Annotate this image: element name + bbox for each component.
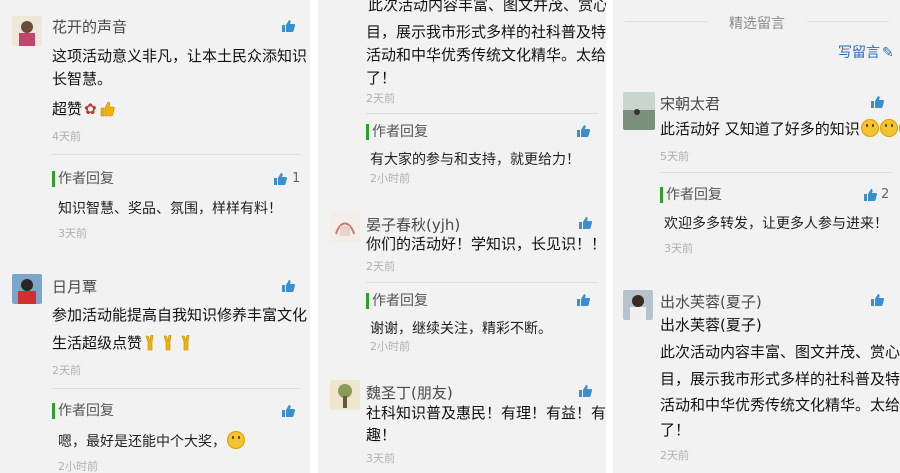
comment-time: 5天前 [660,150,689,163]
avatar-photo-icon [623,92,655,130]
comment-text-line: 活动和中华优秀传统文化精华。太给力 [366,46,606,64]
author-reply-text: 欢迎多多转发，让更多人参与进来！ [664,216,888,232]
comment-time: 2天前 [366,92,395,105]
comment-time: 2天前 [660,449,689,462]
avatar[interactable] [330,212,360,242]
victory-hand-icon [181,335,190,351]
write-comment-label: 写留言 [838,45,880,61]
comment-text-line: 活动和中华优秀传统文化精华。太给力 [660,396,900,414]
author-reply-label: 作者回复 [52,171,114,187]
comment-text-line: 目，展示我市形式多样的社科普及特色 [366,23,606,41]
comment-text-line: 社科知识普及惠民！有理！有益！有 [366,404,606,422]
avatar-photo-icon [12,16,42,46]
comments-panel-left: 花开的声音 这项活动意义非凡，让本土民众添知识 长智慧。 超赞 ✿ 4天前 作者回… [0,0,310,473]
victory-hand-icon [145,335,154,351]
comment-text-line: 趣！ [366,426,397,444]
comments-panel-middle: 此次活动内容丰富、图文并茂、赏心悦 目，展示我市形式多样的社科普及特色 活动和中… [318,0,606,473]
smiley-icon [860,119,879,137]
reply-time: 2小时前 [370,340,410,353]
comment-text-line: 长智慧。 [52,70,113,88]
author-reply-text: 有大家的参与和支持，就更给力！ [370,152,580,168]
divider [625,21,707,22]
avatar-photo-icon [12,274,42,304]
comment-author[interactable]: 花开的声音 [52,16,127,37]
victory-hand-icon [163,335,172,351]
comment-author[interactable]: 出水芙蓉(夏子) [660,291,762,312]
author-reply-label: 作者回复 [52,403,114,419]
comment-text-line: 了！ [366,69,397,87]
divider [52,388,300,389]
comment-text-line: 生活超级点赞 [52,332,196,355]
author-reply-text: 嗯，最好是还能中个大奖， [58,431,245,451]
comment-text-span: 此活动好 又知道了好多的知识 [660,120,860,138]
comment-text-line: 这项活动意义非凡，让本土民众添知识 [52,47,308,65]
comment-text-span: 超赞 [52,100,83,118]
thumbs-up-icon[interactable] [281,279,295,293]
author-reply-label: 作者回复 [366,293,428,309]
thumbs-up-icon[interactable] [870,293,884,307]
like-count: 2 [881,187,890,202]
comment-text-line: 了！ [660,421,691,439]
divider [660,172,892,173]
reply-time: 2小时前 [58,460,98,473]
avatar-photo-icon [623,290,653,320]
author-reply-label: 作者回复 [660,187,722,203]
comment-text-line: 参加活动能提高自我知识修养丰富文化 [52,306,308,324]
reply-time: 3天前 [664,242,693,255]
avatar[interactable] [12,274,42,304]
thumbs-up-emoji-icon [100,101,115,117]
comment-time: 4天前 [52,130,81,143]
avatar[interactable] [623,92,655,130]
avatar[interactable] [12,16,42,46]
author-reply-label: 作者回复 [366,124,428,140]
comment-author[interactable]: 晏子春秋(yjh) [366,214,460,235]
comment-author[interactable]: 魏圣丁(朋友) [366,382,453,403]
comments-panel-right: 精选留言 写留言 ✎ 宋朝太君 此活动好 又知道了好多的知识 5天前 作者回复 2… [613,0,900,473]
thumbs-up-icon[interactable] [578,216,592,230]
comment-text-line: 超赞 ✿ [52,98,115,121]
smiley-icon [227,431,245,449]
comment-text-line: 出水芙蓉(夏子) [660,316,762,334]
comment-time: 3天前 [366,452,395,465]
author-reply-span: 嗯，最好是还能中个大奖， [58,434,226,450]
thumbs-up-icon[interactable] [863,188,877,202]
pencil-icon: ✎ [882,45,894,61]
comment-text-line: 此次活动内容丰富、图文并茂、赏心悦 [368,0,606,14]
divider [807,21,889,22]
comment-text-line: 目，展示我市形式多样的社科普及特色 [660,370,900,388]
comment-author[interactable]: 宋朝太君 [660,93,720,114]
thumbs-up-icon[interactable] [273,172,287,186]
avatar-photo-icon [330,380,360,410]
thumbs-up-icon[interactable] [281,19,295,33]
comment-time: 2天前 [52,364,81,377]
avatar-photo-icon [330,212,360,242]
smiley-icon [879,119,898,137]
thumbs-up-icon[interactable] [576,293,590,307]
thumbs-up-icon[interactable] [578,384,592,398]
comment-author[interactable]: 日月覃 [52,276,97,297]
screenshot-collage: 花开的声音 这项活动意义非凡，让本土民众添知识 长智慧。 超赞 ✿ 4天前 作者回… [0,0,900,473]
thumbs-up-icon[interactable] [576,124,590,138]
author-reply-text: 谢谢，继续关注，精彩不断。 [370,321,552,337]
avatar[interactable] [330,380,360,410]
comment-text-line: 你们的活动好！学知识，长见识！！！ [366,235,606,253]
featured-comments-title: 精选留言 [729,16,785,32]
divider [52,154,300,155]
divider [366,282,598,283]
reply-time: 2小时前 [370,172,410,185]
comment-text-line: 此次活动内容丰富、图文并茂、赏心悦 [660,343,900,361]
thumbs-up-icon[interactable] [870,95,884,109]
thumbs-up-icon[interactable] [281,404,295,418]
rose-icon: ✿ [84,100,97,118]
comment-text-line: 此活动好 又知道了好多的知识 [660,118,900,141]
divider [366,113,598,114]
comment-text-span: 生活超级点赞 [52,334,143,352]
write-comment-button[interactable]: 写留言 ✎ [838,42,894,62]
author-reply-text: 知识智慧、奖品、氛围，样样有料！ [58,201,282,217]
comment-time: 2天前 [366,260,395,273]
avatar[interactable] [623,290,653,320]
reply-time: 3天前 [58,227,87,240]
like-count: 1 [292,171,301,186]
